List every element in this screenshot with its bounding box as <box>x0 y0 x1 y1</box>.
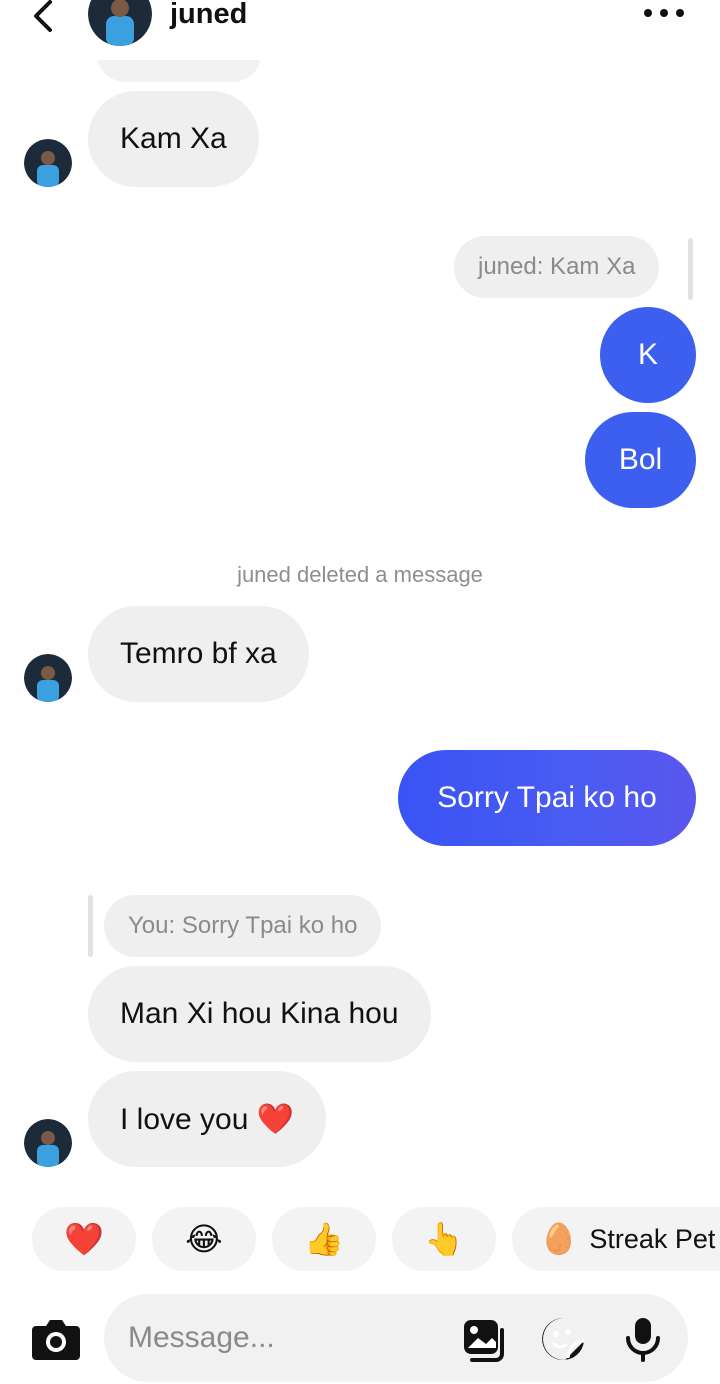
gallery-icon <box>464 1320 504 1362</box>
incoming-message[interactable]: Man Xi hou Kina hou <box>88 966 431 1062</box>
reply-quote-bar <box>688 238 693 300</box>
quick-reaction-heart[interactable]: ❤️ <box>32 1207 136 1271</box>
deleted-message-notice: juned deleted a message <box>237 562 483 587</box>
more-horizontal-icon <box>644 9 684 17</box>
reply-quote-bar <box>88 895 93 957</box>
reply-quote[interactable]: You: Sorry Tpai ko ho <box>104 895 382 957</box>
contact-name[interactable]: juned <box>170 0 247 31</box>
message-composer <box>104 1294 688 1382</box>
camera-button[interactable] <box>30 1316 82 1362</box>
back-button[interactable] <box>28 0 60 34</box>
sender-avatar[interactable] <box>24 139 72 187</box>
incoming-message[interactable]: I love you ❤️ <box>88 1071 327 1167</box>
pointing-up-icon: 👆 <box>424 1221 464 1257</box>
streak-pet-button[interactable]: 🥚 Streak Pet <box>512 1207 720 1271</box>
voice-button[interactable] <box>620 1316 666 1362</box>
microphone-icon <box>626 1318 660 1362</box>
incoming-message[interactable]: Kam Xa <box>88 91 259 187</box>
sender-avatar[interactable] <box>24 1119 72 1167</box>
sticker-button[interactable] <box>540 1316 586 1362</box>
camera-icon <box>32 1320 80 1360</box>
outgoing-message[interactable]: K <box>600 307 696 403</box>
message-input[interactable] <box>128 1316 448 1360</box>
laughing-emoji-icon: 😂 <box>185 1221 223 1257</box>
gallery-button[interactable] <box>460 1316 506 1362</box>
outgoing-message[interactable]: Bol <box>585 412 696 508</box>
quick-reaction-point-up[interactable]: 👆 <box>392 1207 496 1271</box>
chat-header: juned <box>0 0 720 60</box>
quick-reaction-thumbs-up[interactable]: 👍 <box>272 1207 376 1271</box>
egg-icon: 🥚 <box>540 1222 578 1256</box>
incoming-message[interactable]: Temro bf xa <box>88 606 309 702</box>
sticker-icon <box>542 1318 585 1361</box>
heart-icon: ❤️ <box>64 1221 104 1257</box>
streak-pet-label: Streak Pet <box>589 1223 716 1254</box>
contact-avatar[interactable] <box>88 0 152 46</box>
outgoing-message[interactable]: Sorry Tpai ko ho <box>398 750 696 846</box>
more-options-button[interactable] <box>640 0 688 26</box>
reply-quote[interactable]: juned: Kam Xa <box>454 236 660 298</box>
sender-avatar[interactable] <box>24 654 72 702</box>
quick-reaction-laugh[interactable]: 😂 <box>152 1207 256 1271</box>
thumbs-up-icon: 👍 <box>304 1221 344 1257</box>
chevron-left-icon <box>34 0 52 32</box>
